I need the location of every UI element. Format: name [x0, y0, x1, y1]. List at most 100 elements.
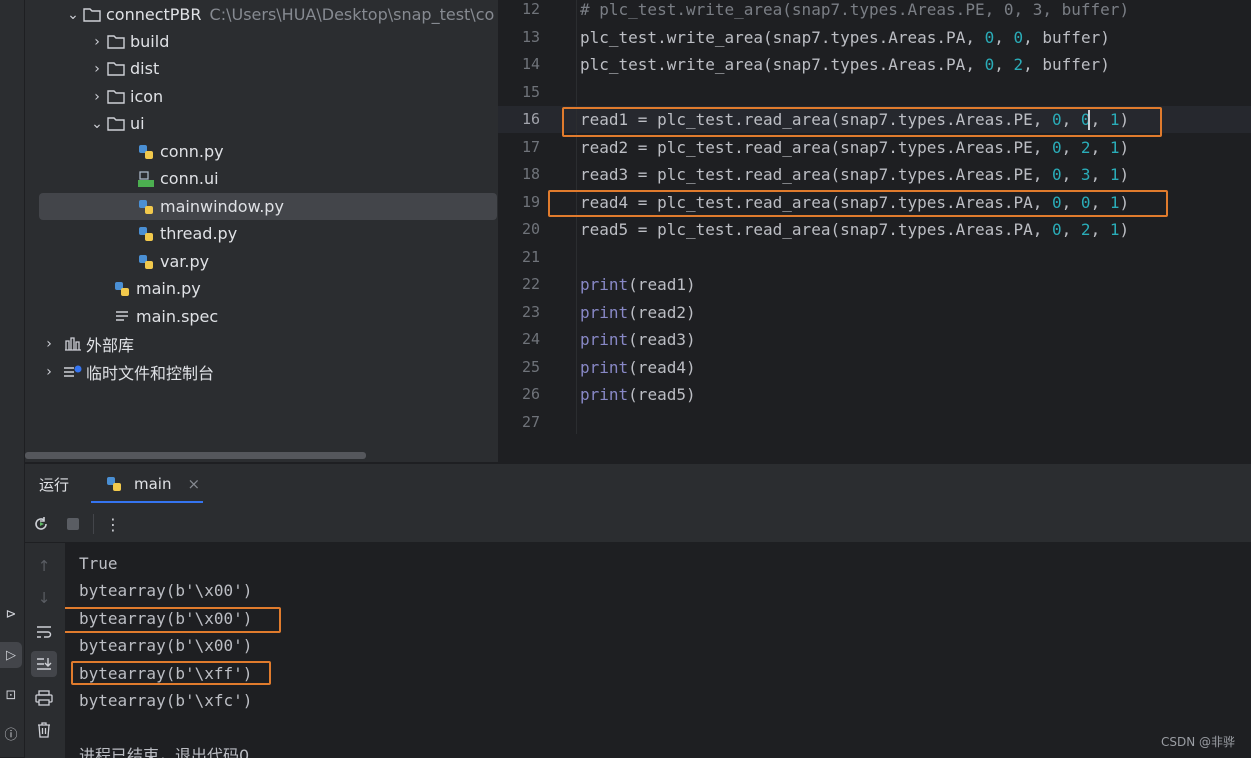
code-token: )	[1119, 137, 1130, 157]
code-token: read2 = plc_test.read_area(snap7.types.A…	[580, 137, 1053, 157]
soft-wrap-icon[interactable]	[31, 619, 57, 645]
code-token: print	[580, 275, 629, 294]
python-file-icon	[135, 143, 157, 161]
code-token: ,	[994, 27, 1014, 47]
code-token: ,	[1061, 165, 1081, 184]
tree-item-label: thread.py	[160, 224, 238, 243]
line-number: 13	[521, 27, 540, 46]
code-token: 0	[1013, 27, 1024, 47]
horizontal-scrollbar[interactable]	[25, 452, 366, 459]
tool-window-strip: ⊳ ▷ ⊡ ⓘ	[0, 0, 25, 757]
trash-icon[interactable]	[31, 717, 57, 743]
code-token: plc_test.write_area(snap7.types.Areas.PA…	[580, 55, 985, 74]
line-number: 20	[521, 220, 540, 238]
line-number: 16	[521, 110, 540, 128]
run-panel-title: 运行	[39, 476, 70, 494]
line-number-gutter: 12 13 14 15 16 17 18 19 20 21 22 23 24 25 26 27	[498, 0, 576, 434]
code-line: print(read4)	[580, 354, 696, 381]
tree-item-build[interactable]: › build	[89, 28, 169, 55]
chevron-right-icon[interactable]: ›	[41, 364, 57, 380]
tree-item-external-libs[interactable]: › 外部库	[41, 330, 134, 357]
tree-item-main-py[interactable]: main.py	[111, 275, 201, 302]
code-token: , buffer)	[1023, 27, 1110, 47]
tree-item-scratches[interactable]: › 临时文件和控制台	[41, 358, 214, 385]
folder-icon	[81, 6, 103, 24]
problems-icon[interactable]: ⓘ	[0, 720, 22, 746]
chevron-right-icon[interactable]: ›	[89, 89, 105, 105]
code-token: 0	[984, 55, 995, 74]
line-number: 15	[521, 82, 540, 101]
arrow-up-icon[interactable]: ↑	[31, 553, 57, 579]
tree-item-label: connectPBR	[106, 5, 202, 24]
chevron-down-icon[interactable]: ⌄	[65, 7, 81, 23]
code-editor[interactable]: 12 13 14 15 16 17 18 19 20 21 22 23 24 25 26 27 # plc_t…	[498, 0, 1251, 462]
code-token: print	[580, 385, 629, 404]
code-line: read2 = plc_test.read_area(snap7.types.A…	[580, 134, 1129, 161]
tree-item-ui[interactable]: ⌄ ui	[89, 110, 145, 137]
rerun-icon[interactable]	[29, 512, 53, 536]
chevron-right-icon[interactable]: ›	[89, 34, 105, 50]
code-token: print	[580, 357, 629, 377]
tree-item-label: mainwindow.py	[160, 197, 284, 216]
gutter-divider	[576, 0, 577, 434]
qt-file-icon	[135, 170, 157, 188]
chevron-right-icon[interactable]: ›	[41, 336, 57, 352]
tree-item-label: build	[130, 32, 170, 51]
output-line: bytearray(b'\x00')	[79, 636, 253, 655]
arrow-down-icon[interactable]: ↓	[31, 585, 57, 611]
tree-item-icon[interactable]: › icon	[89, 83, 163, 110]
project-path: C:\Users\HUA\Desktop\snap_test\co	[209, 5, 495, 24]
tree-item-main-spec[interactable]: main.spec	[111, 303, 218, 330]
code-token: 0	[1052, 165, 1062, 184]
code-token: (read2)	[628, 302, 696, 322]
run-icon[interactable]: ▷	[0, 642, 22, 668]
toolbar-divider	[93, 514, 94, 534]
tree-item-conn-py[interactable]: conn.py	[135, 138, 224, 165]
tree-item-root[interactable]: ⌄ connectPBR C:\Users\HUA\Desktop\snap_t…	[65, 1, 494, 28]
run-panel: 运行 main × ⋮ ↑ ↓ True bytearray(b'\x00') …	[25, 463, 1251, 758]
tab-main[interactable]: main ×	[91, 469, 212, 499]
output-line: bytearray(b'\x00')	[79, 581, 253, 600]
console-side-toolbar: ↑ ↓	[25, 543, 64, 758]
code-token: # plc_test.write_area(snap7.types.Areas.…	[580, 0, 1130, 19]
code-token: print	[580, 302, 629, 322]
close-icon[interactable]: ×	[187, 475, 200, 493]
terminal-icon[interactable]: ⊡	[0, 682, 22, 708]
more-options-icon[interactable]: ⋮	[101, 512, 125, 536]
code-token: read3 = plc_test.read_area(snap7.types.A…	[580, 165, 1053, 184]
exit-message: 进程已结束，退出代码0	[79, 746, 250, 758]
text-file-icon	[111, 308, 133, 326]
tree-item-label: ui	[130, 114, 145, 133]
code-line: print(read2)	[580, 299, 696, 326]
folder-icon	[105, 33, 127, 51]
print-icon[interactable]	[31, 685, 57, 711]
tree-item-thread-py[interactable]: thread.py	[135, 220, 237, 247]
line-number: 22	[521, 275, 540, 293]
code-line: plc_test.write_area(snap7.types.Areas.PA…	[580, 51, 1110, 78]
stop-icon[interactable]	[61, 512, 85, 536]
python-run-icon	[103, 475, 125, 493]
run-toolbar: ⋮	[25, 504, 1251, 543]
line-number: 24	[521, 330, 540, 348]
tree-item-conn-ui[interactable]: conn.ui	[135, 165, 219, 192]
code-token: (read1)	[628, 275, 696, 294]
services-icon[interactable]: ⊳	[0, 601, 22, 627]
chevron-right-icon[interactable]: ›	[89, 61, 105, 77]
tree-item-label: 临时文件和控制台	[86, 363, 215, 383]
code-token: )	[1119, 220, 1130, 239]
tree-item-var-py[interactable]: var.py	[135, 248, 209, 275]
line-number: 27	[521, 412, 540, 431]
annotation-box-read4-output	[71, 661, 271, 685]
console-output[interactable]: True bytearray(b'\x00') bytearray(b'\x00…	[65, 543, 1251, 758]
code-token: (read4)	[628, 357, 696, 377]
tree-item-label: main.py	[136, 279, 201, 298]
code-token: )	[1119, 165, 1130, 184]
chevron-down-icon[interactable]: ⌄	[89, 116, 105, 132]
library-icon	[63, 335, 83, 353]
folder-icon	[105, 115, 127, 133]
tree-item-mainwindow-py[interactable]: mainwindow.py	[39, 193, 497, 220]
tree-item-dist[interactable]: › dist	[89, 55, 159, 82]
code-line: read3 = plc_test.read_area(snap7.types.A…	[580, 161, 1129, 188]
tab-underline	[91, 501, 203, 503]
scroll-to-end-icon[interactable]	[31, 651, 57, 677]
